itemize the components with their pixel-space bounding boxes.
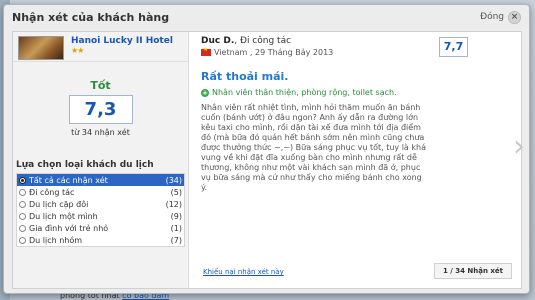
review-pager: 1 / 34 Nhận xét [434,263,512,279]
origin-date: Vietnam , 29 Tháng Bảy 2013 [214,48,334,57]
radio-icon[interactable] [19,188,26,196]
reviews-modal: Nhận xét của khách hàng Đóng × Hanoi Luc… [3,4,530,294]
modal-title: Nhận xét của khách hàng [12,10,170,24]
modal-header: Nhận xét của khách hàng Đóng × [4,5,529,29]
hotel-info: Hanoi Lucky II Hotel ★★ [71,36,173,57]
overall-score: Tốt 7,3 từ 34 nhận xét [13,62,188,137]
filter-option-group[interactable]: Du lịch nhóm (7) [17,234,184,246]
filter-option-all[interactable]: Tất cả các nhận xét (34) [17,174,184,186]
close-icon[interactable]: × [508,10,521,24]
radio-icon[interactable] [19,212,26,220]
plus-circle-icon: + [201,88,209,97]
filter-label[interactable]: Du lịch cặp đôi [29,200,88,209]
review-title: Rất thoải mái. [201,70,289,83]
filter-label[interactable]: Du lịch một mình [29,212,98,221]
score-value: 7,3 [68,95,133,124]
reviewer-type: , Đi công tác [234,36,292,46]
filter-count: (34) [165,175,182,185]
radio-icon[interactable] [19,224,26,232]
filter-count: (12) [165,199,182,209]
filter-count: (1) [170,223,182,233]
filter-count: (5) [170,187,182,197]
left-panel: Hanoi Lucky II Hotel ★★ Tốt 7,3 từ 34 nh… [13,32,189,288]
vietnam-flag-icon [201,46,211,56]
review-text: Nhân viên rất nhiệt tình, mình hỏi thăm … [201,103,426,192]
reviewer-line: Duc D., Đi công tác [201,36,291,46]
reviewer-name: Duc D. [201,36,235,46]
hotel-summary: Hanoi Lucky II Hotel ★★ [13,32,188,62]
radio-icon[interactable] [19,176,26,184]
chevron-right-icon[interactable]: › [513,132,525,162]
filter-count: (7) [170,235,182,245]
report-review-link[interactable]: Khiếu nại nhận xét này [203,268,284,276]
filter-label[interactable]: Tất cả các nhận xét [29,176,108,185]
review-count: từ 34 nhận xét [71,128,130,137]
review-pros: + Nhân viên thân thiện, phòng rộng, toil… [201,88,397,97]
filter-option-solo[interactable]: Du lịch một mình (9) [17,210,184,222]
traveler-type-filter: Tất cả các nhận xét (34) Đi công tác (5)… [16,173,185,247]
modal-body: Hanoi Lucky II Hotel ★★ Tốt 7,3 từ 34 nh… [12,31,525,289]
review-score: 7,7 [439,37,468,57]
filter-option-family[interactable]: Gia đình với trẻ nhỏ (1) [17,222,184,234]
filter-option-couples[interactable]: Du lịch cặp đôi (12) [17,198,184,210]
filter-title: Lựa chọn loại khách du lịch [16,160,154,170]
filter-option-business[interactable]: Đi công tác (5) [17,186,184,198]
pros-text: Nhân viên thân thiện, phòng rộng, toilet… [212,88,397,97]
filter-label[interactable]: Du lịch nhóm [29,236,82,245]
radio-icon[interactable] [19,236,26,244]
score-label: Tốt [90,79,111,92]
filter-count: (9) [170,211,182,221]
star-rating-icon: ★★ [71,46,84,55]
review-panel: Duc D., Đi công tác Vietnam , 29 Tháng B… [201,32,525,288]
review-origin: Vietnam , 29 Tháng Bảy 2013 [201,46,334,57]
filter-label[interactable]: Đi công tác [29,188,74,197]
radio-icon[interactable] [19,200,26,208]
close-button[interactable]: Đóng × [480,10,521,24]
close-label[interactable]: Đóng [480,12,504,22]
filter-label[interactable]: Gia đình với trẻ nhỏ [29,224,108,233]
hotel-thumbnail [18,36,64,60]
hotel-name[interactable]: Hanoi Lucky II Hotel [71,36,173,46]
